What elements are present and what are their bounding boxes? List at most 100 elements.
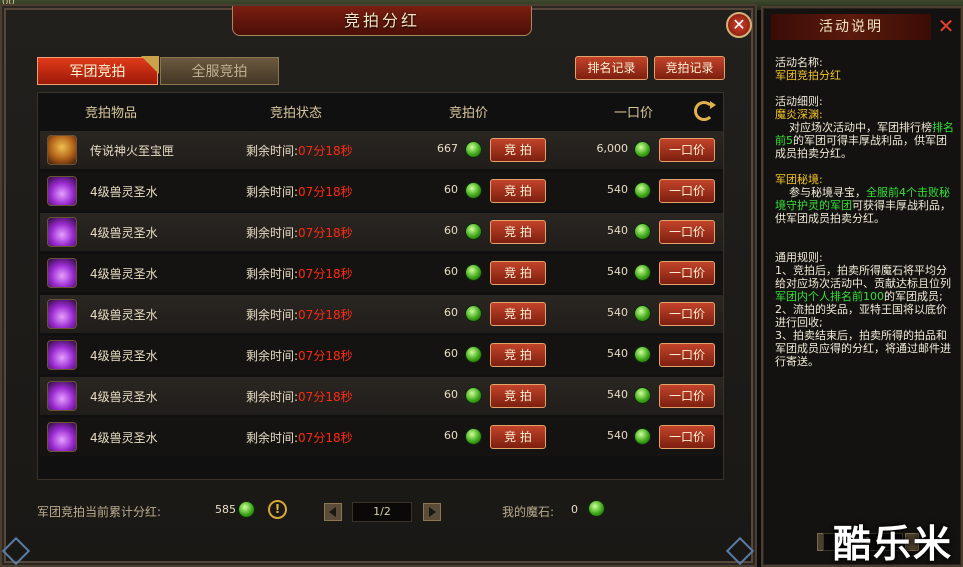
magic-stone-icon xyxy=(634,223,651,240)
magic-stone-icon xyxy=(465,346,482,363)
item-name: 4级兽灵圣水 xyxy=(90,390,158,404)
secret-text: 参与秘境寻宝，全服前4个击败秘境守护灵的军团可获得丰厚战利品，供军团成员拍卖分红… xyxy=(775,186,951,225)
remaining-time: 剩余时间:07分18秒 xyxy=(246,308,353,322)
treasure-chest-icon[interactable] xyxy=(47,135,77,165)
activity-name-label: 活动名称: xyxy=(775,56,823,69)
magic-stone-icon xyxy=(465,428,482,445)
info-warning-icon[interactable]: ! xyxy=(268,500,287,519)
header-item: 竞拍物品 xyxy=(85,106,138,121)
buyout-button[interactable]: 一口价 xyxy=(659,179,715,203)
refresh-icon[interactable] xyxy=(694,101,716,121)
bid-button[interactable]: 竞 拍 xyxy=(490,343,546,367)
table-row: 4级兽灵圣水 剩余时间:07分18秒 60 竞 拍 540 一口价 xyxy=(40,172,723,210)
next-page-button[interactable] xyxy=(423,503,441,521)
bid-record-button[interactable]: 竞拍记录 xyxy=(654,56,725,80)
dividend-value: 585 xyxy=(215,503,236,516)
buyout-button[interactable]: 一口价 xyxy=(659,220,715,244)
bid-button[interactable]: 竞 拍 xyxy=(490,138,546,162)
window-title: 竞拍分红 xyxy=(232,6,532,36)
magic-stone-icon xyxy=(634,346,651,363)
bid-price-value: 60 xyxy=(444,183,458,196)
table-row: 4级兽灵圣水 剩余时间:07分18秒 60 竞 拍 540 一口价 xyxy=(40,418,723,456)
magic-stone-icon xyxy=(465,305,482,322)
buyout-value: 540 xyxy=(607,265,628,278)
magic-stone-icon xyxy=(465,182,482,199)
secret-title: 军团秘境: xyxy=(775,173,823,186)
side-close-button[interactable]: ✕ xyxy=(935,16,957,38)
bid-button[interactable]: 竞 拍 xyxy=(490,384,546,408)
item-name: 传说神火至宝匣 xyxy=(90,144,175,158)
magic-stone-icon xyxy=(634,182,651,199)
remaining-time: 剩余时间:07分18秒 xyxy=(246,144,353,158)
magic-stone-value: 0 xyxy=(571,503,578,516)
buyout-button[interactable]: 一口价 xyxy=(659,343,715,367)
item-name: 4级兽灵圣水 xyxy=(90,349,158,363)
activity-name-value: 军团竞拍分红 xyxy=(775,69,841,82)
tab-server-auction[interactable]: 全服竞拍 xyxy=(160,57,279,85)
magic-stone-icon xyxy=(634,428,651,445)
magic-stone-icon xyxy=(465,141,482,158)
header-bid-price: 竞拍价 xyxy=(449,106,489,121)
potion-icon[interactable] xyxy=(47,340,77,370)
table-row: 4级兽灵圣水 剩余时间:07分18秒 60 竞 拍 540 一口价 xyxy=(40,336,723,374)
prev-page-button[interactable] xyxy=(324,503,342,521)
bid-button[interactable]: 竞 拍 xyxy=(490,220,546,244)
remaining-time: 剩余时间:07分18秒 xyxy=(246,185,353,199)
buyout-value: 540 xyxy=(607,388,628,401)
table-row: 传说神火至宝匣 剩余时间:07分18秒 667 竞 拍 6,000 一口价 xyxy=(40,131,723,169)
magic-stone-icon xyxy=(465,223,482,240)
remaining-time: 剩余时间:07分18秒 xyxy=(246,349,353,363)
side-panel-title: 活动说明 xyxy=(771,14,931,40)
activity-description: 活动名称: 军团竞拍分红 活动细则: 魔炎深渊: 对应场次活动中，军团排行榜排名… xyxy=(775,56,957,368)
bid-price-value: 60 xyxy=(444,388,458,401)
tab-legion-auction[interactable]: 军团竞拍 xyxy=(37,56,159,85)
bid-button[interactable]: 竞 拍 xyxy=(490,302,546,326)
remaining-time: 剩余时间:07分18秒 xyxy=(246,431,353,445)
magic-stone-icon xyxy=(634,141,651,158)
table-row: 4级兽灵圣水 剩余时间:07分18秒 60 竞 拍 540 一口价 xyxy=(40,254,723,292)
table-row: 4级兽灵圣水 剩余时间:07分18秒 60 竞 拍 540 一口价 xyxy=(40,295,723,333)
magic-stone-icon xyxy=(465,387,482,404)
header-buyout: 一口价 xyxy=(614,106,654,121)
buyout-button[interactable]: 一口价 xyxy=(659,138,715,162)
buyout-button[interactable]: 一口价 xyxy=(659,302,715,326)
bid-button[interactable]: 竞 拍 xyxy=(490,425,546,449)
potion-icon[interactable] xyxy=(47,217,77,247)
potion-icon[interactable] xyxy=(47,381,77,411)
potion-icon[interactable] xyxy=(47,176,77,206)
bid-price-value: 60 xyxy=(444,347,458,360)
potion-icon[interactable] xyxy=(47,422,77,452)
buyout-button[interactable]: 一口价 xyxy=(659,425,715,449)
bid-price-value: 60 xyxy=(444,224,458,237)
item-name: 4级兽灵圣水 xyxy=(90,226,158,240)
potion-icon[interactable] xyxy=(47,258,77,288)
general-rules-title: 通用规则: xyxy=(775,251,823,264)
tab-label: 全服竞拍 xyxy=(191,64,248,80)
buyout-value: 540 xyxy=(607,429,628,442)
activity-info-panel: 活动说明 ✕ 活动名称: 军团竞拍分红 活动细则: 魔炎深渊: 对应场次活动中，… xyxy=(761,6,963,567)
buyout-button[interactable]: 一口价 xyxy=(659,261,715,285)
buyout-value: 540 xyxy=(607,306,628,319)
buyout-value: 540 xyxy=(607,183,628,196)
rules-label: 活动细则: xyxy=(775,95,823,108)
new-corner-icon xyxy=(141,56,159,74)
remaining-time: 剩余时间:07分18秒 xyxy=(246,226,353,240)
page-indicator: 1/2 xyxy=(352,502,412,522)
bid-price-value: 60 xyxy=(444,306,458,319)
rank-record-button[interactable]: 排名记录 xyxy=(575,56,648,80)
potion-icon[interactable] xyxy=(47,299,77,329)
abyss-title: 魔炎深渊: xyxy=(775,108,823,121)
bid-button[interactable]: 竞 拍 xyxy=(490,261,546,285)
window-close-button[interactable]: ✕ xyxy=(726,12,752,38)
table-row: 4级兽灵圣水 剩余时间:07分18秒 60 竞 拍 540 一口价 xyxy=(40,377,723,415)
general-rule-3: 3、拍卖结束后，拍卖所得的拍品和军团成员应得的分红，将通过邮件进行寄送。 xyxy=(775,329,951,368)
abyss-text: 对应场次活动中，军团排行榜排名前5的军团可得丰厚战利品，供军团成员拍卖分红。 xyxy=(775,121,954,160)
magic-stone-icon xyxy=(634,387,651,404)
buyout-button[interactable]: 一口价 xyxy=(659,384,715,408)
dividend-label: 军团竞拍当前累计分红: xyxy=(37,505,162,519)
bid-button[interactable]: 竞 拍 xyxy=(490,179,546,203)
corner-ornament xyxy=(1,536,31,566)
auction-table: 竞拍物品 竞拍状态 竞拍价 一口价 传说神火至宝匣 剩余时间:07分18秒 667 竞… xyxy=(37,92,724,480)
item-name: 4级兽灵圣水 xyxy=(90,431,158,445)
magic-stone-icon xyxy=(238,501,255,518)
